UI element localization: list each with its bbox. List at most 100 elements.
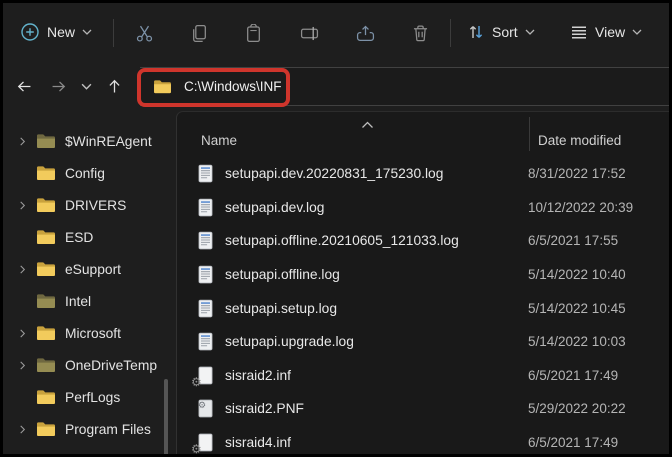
up-icon[interactable]	[97, 70, 131, 104]
chevron-right-icon[interactable]	[16, 199, 29, 212]
chevron-right-icon[interactable]	[16, 263, 29, 276]
forward-icon[interactable]	[41, 70, 75, 104]
sidebar-item[interactable]: Intel	[3, 285, 176, 317]
chevron-right-icon[interactable]	[16, 423, 29, 436]
file-row[interactable]: setupapi.dev.20220831_175230.log 8/31/20…	[177, 157, 669, 191]
file-name: setupapi.dev.log	[225, 199, 325, 215]
sidebar-item[interactable]: DRIVERS	[3, 189, 176, 221]
rename-icon[interactable]	[292, 16, 326, 50]
file-name: setupapi.offline.20210605_121033.log	[225, 233, 459, 249]
plus-circle-icon	[20, 22, 40, 42]
file-date-modified: 5/29/2022 20:22	[528, 401, 626, 417]
log-file-icon	[195, 230, 215, 251]
sidebar-item-label: $WinREAgent	[65, 133, 152, 149]
sidebar-item-label: eSupport	[65, 261, 121, 277]
view-button[interactable]: View	[561, 13, 651, 51]
new-button-label: New	[47, 24, 76, 40]
sort-ascending-icon[interactable]	[361, 116, 374, 128]
file-name: sisraid4.inf	[225, 435, 291, 451]
file-row[interactable]: setupapi.offline.log 5/14/2022 10:40	[177, 258, 669, 292]
file-row[interactable]: ⚙ sisraid2.inf 6/5/2021 17:49	[177, 359, 669, 393]
folder-icon	[36, 421, 56, 437]
share-icon[interactable]	[348, 16, 382, 50]
folder-icon	[36, 197, 56, 213]
delete-icon[interactable]	[403, 16, 437, 50]
file-name: setupapi.upgrade.log	[225, 334, 354, 350]
file-name: sisraid2.PNF	[225, 401, 304, 417]
sidebar-item[interactable]: PerfLogs	[3, 381, 176, 413]
view-lines-icon	[570, 23, 588, 41]
new-button[interactable]: New	[11, 13, 101, 51]
file-date-modified: 10/12/2022 20:39	[528, 199, 634, 215]
file-date-modified: 6/5/2021 17:49	[528, 367, 619, 383]
sidebar-tree: $WinREAgent Config DRIVERS ESD eSupport …	[3, 111, 176, 454]
sort-arrows-icon	[467, 23, 485, 41]
sidebar-scrollbar[interactable]	[164, 379, 168, 454]
sidebar-item-label: Config	[65, 165, 105, 181]
file-date-modified: 6/5/2021 17:49	[528, 435, 619, 451]
recent-locations-chevron-icon[interactable]	[75, 70, 97, 104]
sidebar-item[interactable]: Program Files	[3, 413, 176, 445]
sidebar-item-label: OneDriveTemp	[65, 357, 158, 373]
chevron-right-icon[interactable]	[16, 327, 29, 340]
column-header-name[interactable]: Name	[201, 133, 237, 148]
file-explorer-window: New Sort View C:\Windows\INF $WinREAgent…	[0, 0, 672, 457]
inf-file-icon: ⚙	[191, 432, 215, 454]
inf-file-icon: ⚙	[191, 365, 215, 388]
main-area: $WinREAgent Config DRIVERS ESD eSupport …	[3, 111, 669, 454]
file-row[interactable]: ⚙ sisraid2.PNF 5/29/2022 20:22	[177, 392, 669, 426]
file-name: sisraid2.inf	[225, 367, 291, 383]
sidebar-item-label: Microsoft	[65, 325, 121, 341]
file-row[interactable]: setupapi.dev.log 10/12/2022 20:39	[177, 191, 669, 225]
log-file-icon	[195, 264, 215, 285]
file-row[interactable]: setupapi.offline.20210605_121033.log 6/5…	[177, 224, 669, 258]
folder-icon	[36, 325, 56, 341]
sidebar-item[interactable]: $WinREAgent	[3, 125, 176, 157]
view-button-label: View	[595, 24, 626, 40]
file-name: setupapi.dev.20220831_175230.log	[225, 166, 444, 182]
sidebar-item-label: ESD	[65, 229, 94, 245]
sidebar-item[interactable]: Microsoft	[3, 317, 176, 349]
pnf-file-icon: ⚙	[195, 398, 215, 419]
sidebar-item[interactable]: eSupport	[3, 253, 176, 285]
file-row[interactable]: ⚙ sisraid4.inf 6/5/2021 17:49	[177, 426, 669, 454]
chevron-right-icon[interactable]	[16, 359, 29, 372]
log-file-icon	[195, 197, 215, 218]
chevron-down-icon	[525, 29, 535, 35]
sort-button[interactable]: Sort	[458, 13, 544, 51]
folder-icon	[36, 165, 56, 181]
back-icon[interactable]	[7, 70, 41, 104]
file-list-header: Name Date modified	[177, 112, 669, 157]
sidebar-item[interactable]: OneDriveTemp	[3, 349, 176, 381]
log-file-icon	[195, 331, 215, 352]
folder-icon	[36, 261, 56, 277]
file-row[interactable]: setupapi.setup.log 5/14/2022 10:45	[177, 291, 669, 325]
column-separator[interactable]	[529, 117, 530, 151]
file-row[interactable]: setupapi.upgrade.log 5/14/2022 10:03	[177, 325, 669, 359]
address-path: C:\Windows\INF	[184, 79, 282, 94]
paste-icon[interactable]	[236, 16, 270, 50]
chevron-down-icon	[82, 29, 92, 35]
log-file-icon	[195, 298, 215, 319]
sidebar-item[interactable]: ESD	[3, 221, 176, 253]
column-header-date-modified[interactable]: Date modified	[538, 133, 621, 148]
toolbar-divider	[113, 19, 114, 47]
file-date-modified: 5/14/2022 10:40	[528, 267, 626, 283]
file-name: setupapi.setup.log	[225, 300, 337, 316]
chevron-down-icon	[632, 29, 642, 35]
folder-icon	[36, 229, 56, 245]
sidebar-item-label: Intel	[65, 293, 92, 309]
folder-icon	[153, 79, 172, 94]
chevron-right-icon[interactable]	[16, 135, 29, 148]
sidebar-item[interactable]: Config	[3, 157, 176, 189]
sidebar-item[interactable]	[3, 445, 176, 454]
toolbar-divider	[450, 19, 451, 47]
command-toolbar: New Sort View	[3, 3, 669, 62]
address-bar[interactable]: C:\Windows\INF	[140, 67, 669, 106]
file-rows: setupapi.dev.20220831_175230.log 8/31/20…	[177, 157, 669, 454]
copy-icon[interactable]	[182, 16, 216, 50]
file-date-modified: 5/14/2022 10:45	[528, 300, 626, 316]
file-list-pane: Name Date modified setupapi.dev.20220831…	[176, 111, 669, 454]
cut-icon[interactable]	[127, 16, 161, 50]
file-name: setupapi.offline.log	[225, 267, 340, 283]
